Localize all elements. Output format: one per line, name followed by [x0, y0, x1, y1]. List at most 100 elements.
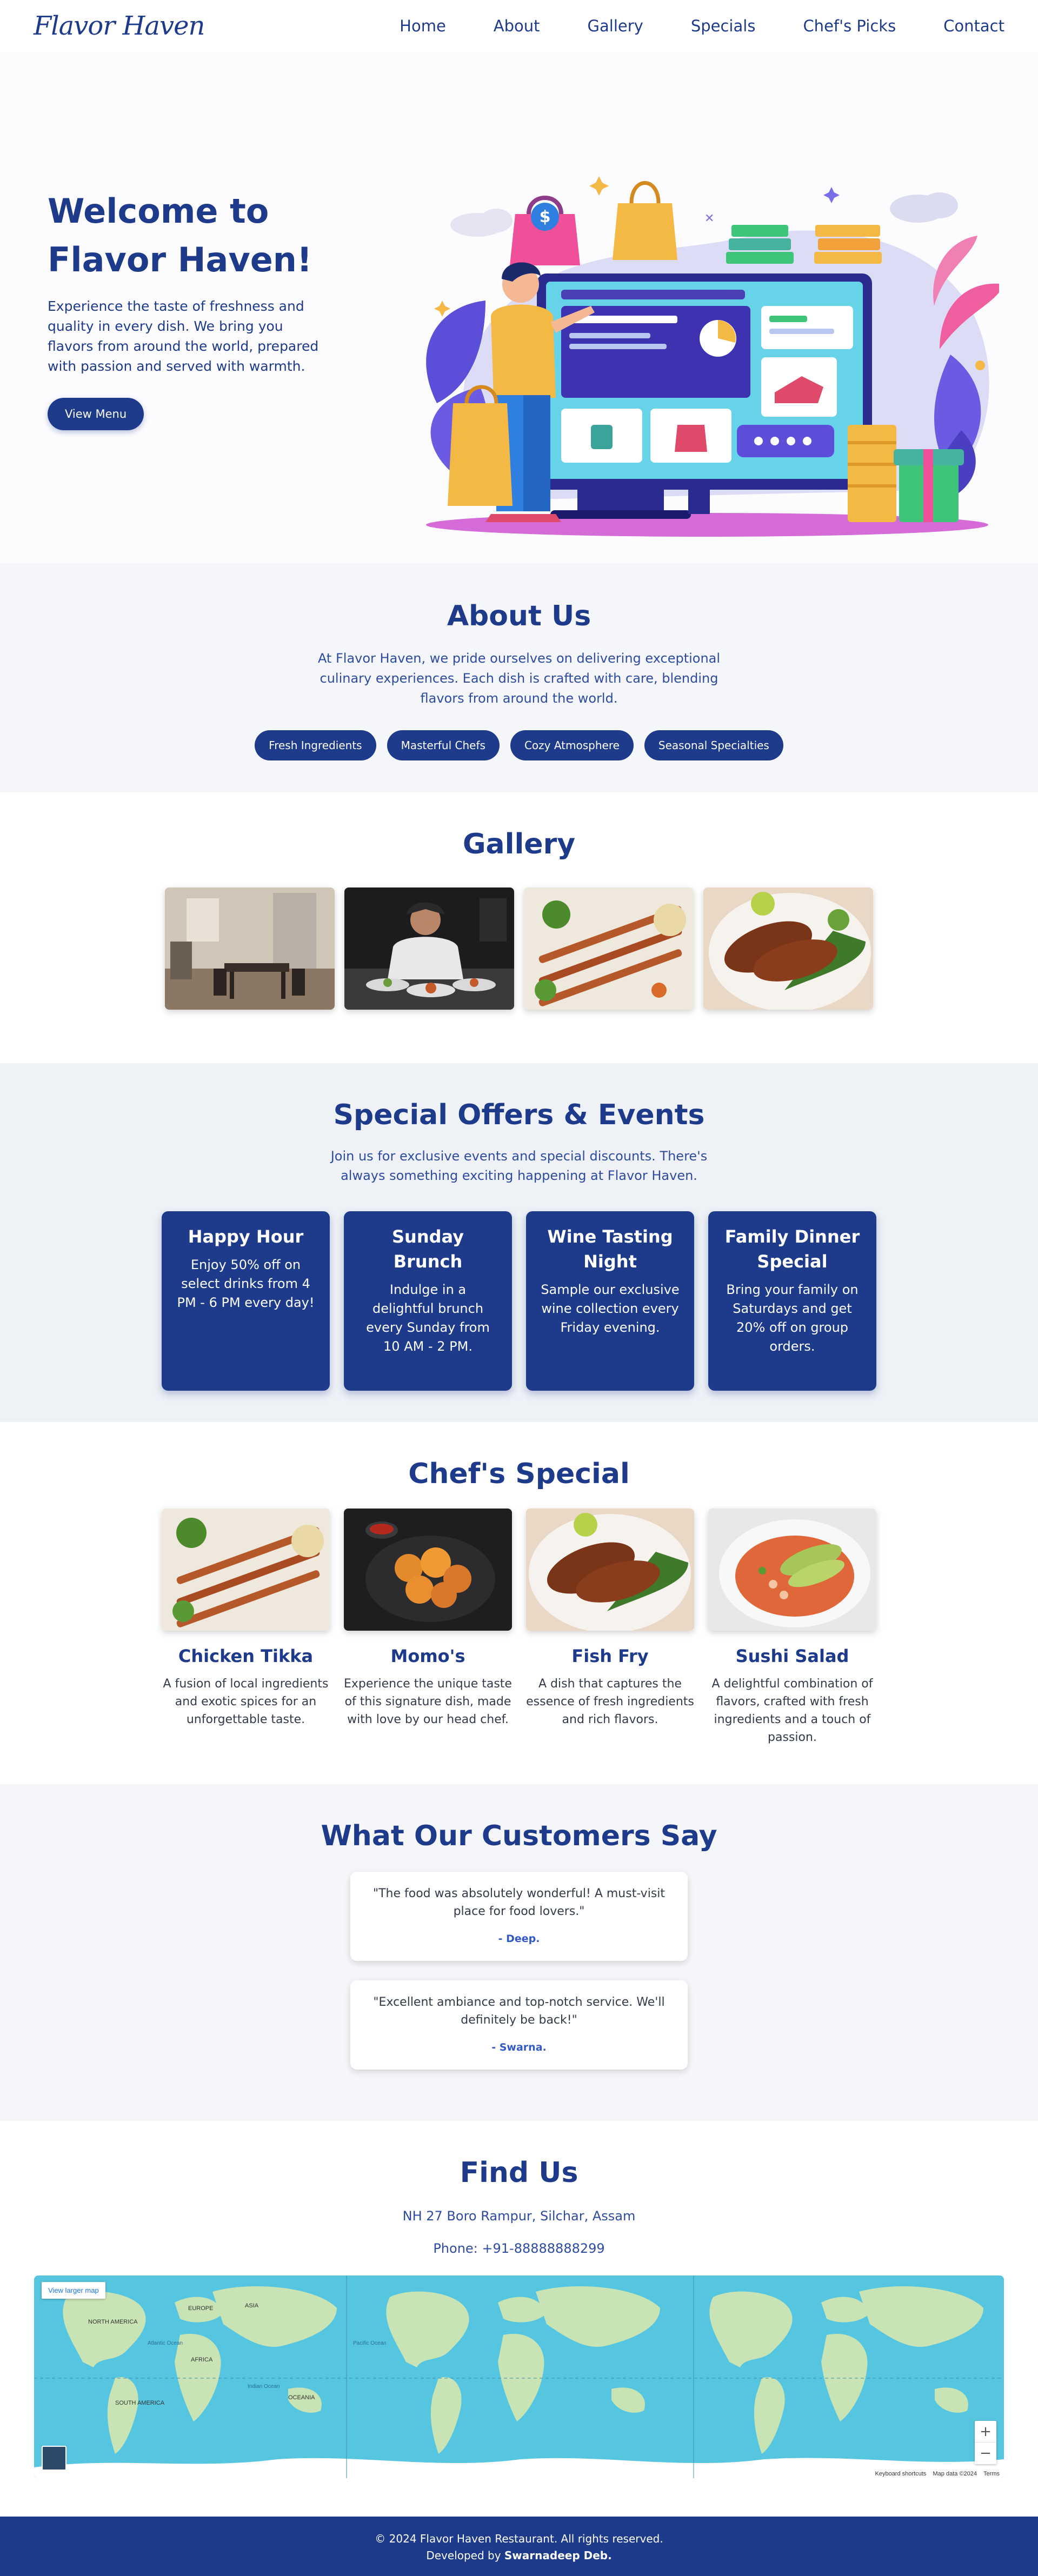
chef-item-text: A delightful combination of flavors, cra…: [711, 1677, 873, 1744]
find-us-section: Find Us NH 27 Boro Rampur, Silchar, Assa…: [0, 2121, 1038, 2517]
gallery-chicken-tikka-photo[interactable]: [524, 887, 694, 1010]
nav-about[interactable]: About: [494, 17, 540, 35]
chef-item-chicken-tikka[interactable]: Chicken Tikka A fusion of local ingredie…: [162, 1509, 330, 1746]
zoom-controls: + −: [975, 2421, 996, 2464]
chef-item-text: A fusion of local ingredients and exotic…: [163, 1677, 329, 1726]
chef-item-momos[interactable]: Momo's Experience the unique taste of th…: [344, 1509, 512, 1746]
special-card-text: Indulge in a delightful brunch every Sun…: [366, 1282, 490, 1354]
chef-item-sushi-salad[interactable]: Sushi Salad A delightful combination of …: [708, 1509, 876, 1746]
developed-by-label: Developed by: [426, 2549, 504, 2562]
chef-item-fish-fry[interactable]: Fish Fry A dish that captures the essenc…: [526, 1509, 694, 1746]
svg-text:✕: ✕: [704, 212, 714, 225]
special-card-family-dinner[interactable]: Family Dinner Special Bring your family …: [708, 1211, 876, 1391]
about-text: At Flavor Haven, we pride ourselves on d…: [317, 651, 721, 706]
special-card-text: Sample our exclusive wine collection eve…: [541, 1282, 680, 1335]
special-card-title: Happy Hour: [188, 1226, 304, 1247]
specials-description: Join us for exclusive events and special…: [330, 1149, 708, 1183]
svg-text:$: $: [540, 208, 551, 226]
testimonial-author: - Swarna.: [491, 2041, 547, 2053]
momos-photo: [344, 1509, 512, 1631]
testimonial-card: "Excellent ambiance and top-notch servic…: [350, 1980, 688, 2070]
embedded-map[interactable]: View larger map ASIA EUROPE NORTH AMERIC…: [34, 2275, 1004, 2478]
gallery-title: Gallery: [462, 828, 576, 860]
map-label: AFRICA: [191, 2357, 213, 2363]
specials-section: Special Offers & Events Join us for excl…: [0, 1063, 1038, 1422]
chef-item-name: Momo's: [390, 1646, 465, 1666]
nav-home[interactable]: Home: [400, 17, 446, 35]
google-logo: Google: [504, 2460, 529, 2468]
specials-title: Special Offers & Events: [333, 1099, 705, 1131]
pill-seasonal-specialties[interactable]: Seasonal Specialties: [644, 730, 783, 760]
special-card-title: Family Dinner Special: [724, 1226, 860, 1272]
chef-special-section: Chef's Special Chicken Tikka A fusion of…: [0, 1422, 1038, 1784]
nav-gallery[interactable]: Gallery: [588, 17, 643, 35]
map-label: Atlantic Ocean: [148, 2340, 183, 2346]
sushi-salad-photo: [708, 1509, 876, 1631]
map-label: EUROPE: [188, 2305, 214, 2312]
chef-items: Chicken Tikka A fusion of local ingredie…: [0, 1509, 1038, 1746]
nav-specials[interactable]: Specials: [691, 17, 756, 35]
special-card-wine-tasting[interactable]: Wine Tasting Night Sample our exclusive …: [526, 1211, 694, 1391]
nav-contact[interactable]: Contact: [943, 17, 1004, 35]
map-label: NORTH AMERICA: [88, 2319, 138, 2325]
map-label: Indian Ocean: [248, 2384, 280, 2390]
nav-chefs-picks[interactable]: Chef's Picks: [803, 17, 896, 35]
chef-item-name: Chicken Tikka: [178, 1646, 314, 1666]
find-us-title: Find Us: [460, 2157, 578, 2189]
hero-title-line1: Welcome to: [48, 191, 269, 231]
about-section: About Us At Flavor Haven, we pride ourse…: [0, 563, 1038, 792]
zoom-in-button[interactable]: +: [975, 2421, 996, 2442]
gallery-fish-fry-photo[interactable]: [703, 887, 873, 1010]
hero-description: Experience the taste of freshness and qu…: [48, 298, 319, 374]
hero-title-line2: Flavor Haven!: [48, 240, 312, 279]
special-card-sunday-brunch[interactable]: Sunday Brunch Indulge in a delightful br…: [344, 1211, 512, 1391]
map-layer-thumbnail[interactable]: [42, 2446, 66, 2471]
gallery-dining-room-photo[interactable]: [165, 887, 335, 1010]
nav-links: Home About Gallery Specials Chef's Picks…: [352, 17, 1004, 35]
page-footer: © 2024 Flavor Haven Restaurant. All righ…: [0, 2517, 1038, 2576]
map-footer-links: Keyboard shortcuts Map data ©2024 Terms: [870, 2470, 1004, 2478]
map-label: SOUTH AMERICA: [115, 2400, 165, 2406]
hero-title: Welcome to Flavor Haven!: [48, 187, 329, 284]
phone-text[interactable]: Phone: +91-88888888299: [0, 2241, 1038, 2256]
gallery-section: Gallery: [0, 792, 1038, 1063]
map-label: OCEANIA: [288, 2394, 315, 2401]
chef-item-text: A dish that captures the essence of fres…: [526, 1677, 694, 1726]
keyboard-shortcuts-link[interactable]: Keyboard shortcuts: [875, 2471, 927, 2477]
view-larger-map-link[interactable]: View larger map: [42, 2282, 105, 2299]
map-label: Pacific Ocean: [353, 2340, 387, 2346]
chicken-tikka-photo: [162, 1509, 330, 1631]
feature-pills: Fresh Ingredients Masterful Chefs Cozy A…: [0, 730, 1038, 760]
testimonial-author: - Deep.: [498, 1933, 540, 1945]
gallery-row: [0, 887, 1038, 1010]
pill-fresh-ingredients[interactable]: Fresh Ingredients: [255, 730, 376, 760]
developer-credit: Developed by Swarnadeep Deb.: [0, 2547, 1038, 2564]
address-text: NH 27 Boro Rampur, Silchar, Assam: [402, 2208, 636, 2224]
hero-text: Welcome to Flavor Haven! Experience the …: [48, 187, 329, 430]
special-card-title: Wine Tasting Night: [547, 1226, 673, 1272]
pill-masterful-chefs[interactable]: Masterful Chefs: [387, 730, 500, 760]
testimonial-card: "The food was absolutely wonderful! A mu…: [350, 1872, 688, 1961]
map-label: ASIA: [245, 2303, 259, 2309]
zoom-out-button[interactable]: −: [975, 2442, 996, 2464]
pill-cozy-atmosphere[interactable]: Cozy Atmosphere: [510, 730, 634, 760]
terms-link[interactable]: Terms: [983, 2471, 1000, 2477]
copyright-text: © 2024 Flavor Haven Restaurant. All righ…: [375, 2532, 663, 2545]
testimonials-title: What Our Customers Say: [321, 1820, 717, 1852]
about-title: About Us: [447, 600, 591, 632]
special-card-happy-hour[interactable]: Happy Hour Enjoy 50% off on select drink…: [162, 1211, 330, 1391]
hero-section: Welcome to Flavor Haven! Experience the …: [0, 52, 1038, 563]
fish-fry-photo: [526, 1509, 694, 1631]
developer-name: Swarnadeep Deb.: [504, 2549, 612, 2562]
chef-special-title: Chef's Special: [408, 1458, 630, 1490]
gallery-chef-plating-photo[interactable]: [344, 887, 514, 1010]
online-shopping-illustration: $ ✕: [426, 176, 999, 537]
map-data-text: Map data ©2024: [933, 2471, 977, 2477]
chef-item-text: Experience the unique taste of this sign…: [344, 1677, 512, 1726]
testimonial-quote: "Excellent ambiance and top-notch servic…: [373, 1996, 665, 2027]
special-card-text: Bring your family on Saturdays and get 2…: [726, 1282, 859, 1354]
special-card-title: Sunday Brunch: [392, 1226, 464, 1272]
chef-item-name: Fish Fry: [571, 1646, 649, 1666]
brand-logo[interactable]: Flavor Haven: [34, 11, 205, 41]
view-menu-button[interactable]: View Menu: [48, 398, 144, 430]
